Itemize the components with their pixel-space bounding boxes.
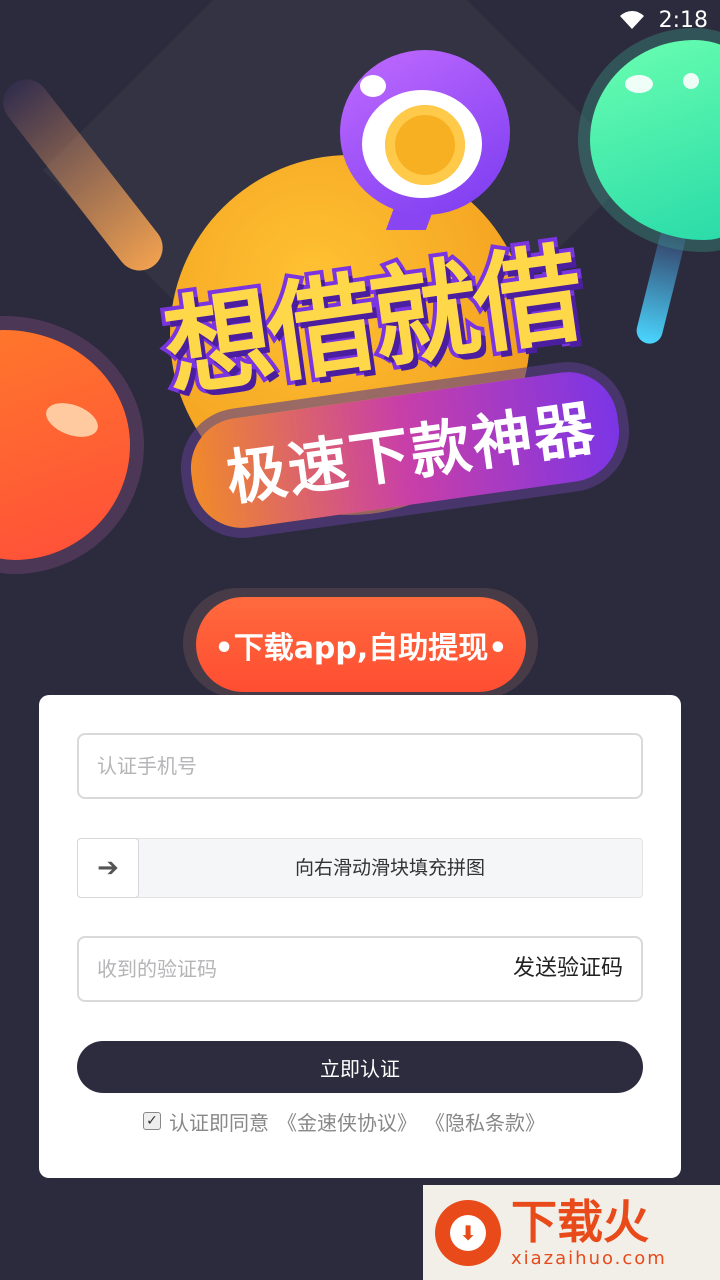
wifi-icon <box>619 11 644 29</box>
coin-icon <box>385 105 465 185</box>
code-field: 发送验证码 <box>77 936 643 1002</box>
light-beam-right <box>633 223 689 347</box>
download-icon: ⬇ <box>450 1214 486 1251</box>
code-input[interactable] <box>97 938 477 1000</box>
verification-card: ➔ 向右滑动滑块填充拼图 发送验证码 立即认证 ✓ 认证即同意 《金速侠协议》 … <box>39 695 681 1178</box>
privacy-link[interactable]: 《隐私条款》 <box>425 1107 545 1136</box>
watermark-texts: 下载火 xiazaihuo.com <box>511 1196 667 1269</box>
agree-text: 认证即同意 <box>169 1110 269 1135</box>
watermark-url: xiazaihuo.com <box>511 1248 667 1269</box>
orange-blob-decoration <box>0 330 130 560</box>
agreement-link[interactable]: 《金速侠协议》 <box>277 1107 417 1136</box>
green-blob-decoration <box>590 40 720 240</box>
status-bar: 2:18 <box>0 0 720 40</box>
watermark-title: 下载火 <box>511 1195 649 1249</box>
agreement-row: ✓ 认证即同意 《金速侠协议》 《隐私条款》 <box>143 1105 545 1137</box>
slider-captcha[interactable]: ➔ 向右滑动滑块填充拼图 <box>77 838 643 898</box>
green-blob-shine <box>625 75 653 93</box>
watermark-logo-icon: ⬇ <box>435 1199 501 1266</box>
green-blob-shine-dot <box>683 73 699 89</box>
slider-hint: 向右滑动滑块填充拼图 <box>294 857 485 879</box>
status-time: 2:18 <box>658 7 708 33</box>
send-code-button[interactable]: 发送验证码 <box>513 938 623 1000</box>
download-app-button[interactable]: •下载app,自助提现• <box>196 597 526 692</box>
phone-input[interactable] <box>97 735 477 797</box>
phone-field <box>77 733 643 799</box>
slider-handle[interactable]: ➔ <box>77 838 139 898</box>
watermark: ⬇ 下载火 xiazaihuo.com <box>423 1185 720 1280</box>
arrow-right-icon: ➔ <box>97 853 119 883</box>
bubble-highlight <box>360 75 386 97</box>
agree-checkbox[interactable]: ✓ <box>143 1112 161 1130</box>
verify-button[interactable]: 立即认证 <box>77 1041 643 1093</box>
